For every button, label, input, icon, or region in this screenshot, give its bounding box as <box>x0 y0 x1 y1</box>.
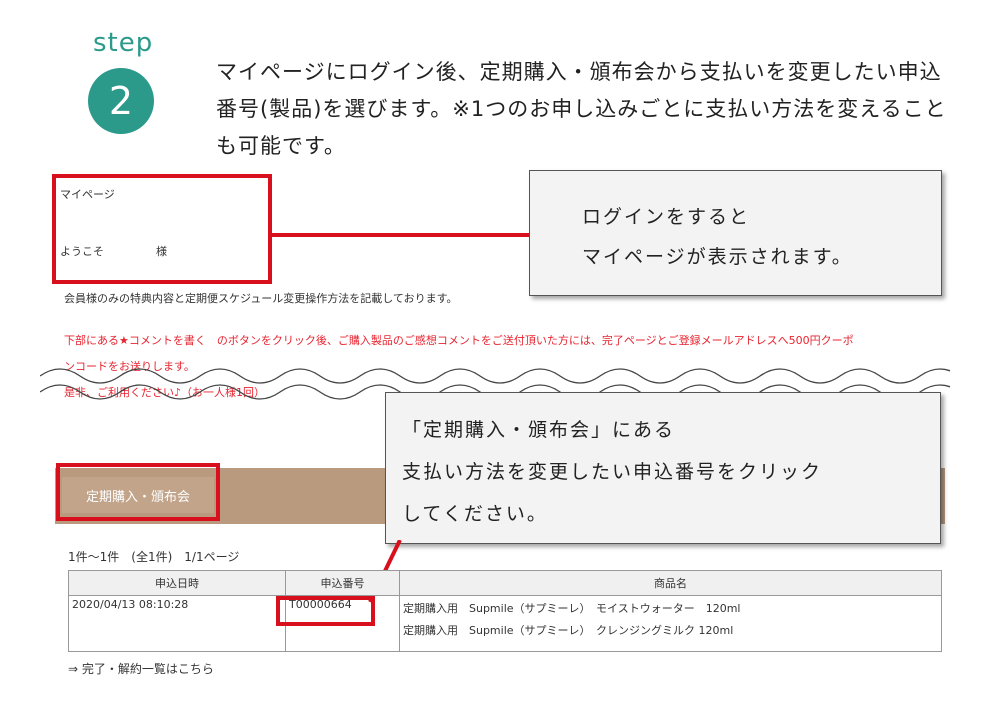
callout-select-line-1: 「定期購入・頒布会」にある <box>402 419 676 441</box>
order-number-highlight-box <box>276 596 375 626</box>
completed-cancelled-list-link[interactable]: ⇒ 完了・解約一覧はこちら <box>68 660 214 677</box>
product-cell: 定期購入用 Supmile（サプミーレ） モイストウォーター 120ml 定期購… <box>399 595 942 652</box>
callout-login: ログインをすると マイページが表示されます。 <box>529 170 942 296</box>
product-line-2: 定期購入用 Supmile（サプミーレ） クレンジングミルク 120ml <box>403 624 734 637</box>
table-row: 2020/04/13 08:10:28 T00000664 定期購入用 Supm… <box>68 595 942 652</box>
step-label: step <box>93 28 154 58</box>
member-note: 会員様のみの特典内容と定期便スケジュール変更操作方法を記載しております。 <box>64 292 458 305</box>
step-number-badge: 2 <box>88 68 154 134</box>
pagination-text: 1件〜1件 (全1件) 1/1ページ <box>68 550 240 564</box>
header-order-date: 申込日時 <box>68 570 286 596</box>
callout-login-line-1: ログインをすると <box>582 206 751 228</box>
red-notice-line-1: 下部にある★コメントを書く のボタンをクリック後、ご購入製品のご感想コメントをご… <box>64 334 854 347</box>
order-date-cell: 2020/04/13 08:10:28 <box>68 595 286 652</box>
header-order-number: 申込番号 <box>285 570 400 596</box>
callout-select-line-2: 支払い方法を変更したい申込番号をクリック <box>402 461 823 483</box>
mypage-highlight-box <box>52 174 272 284</box>
callout-select-order: 「定期購入・頒布会」にある 支払い方法を変更したい申込番号をクリック してくださ… <box>385 392 941 544</box>
callout-login-line-2: マイページが表示されます。 <box>582 246 853 268</box>
callout-select-line-3: してください。 <box>402 503 548 525</box>
callout1-connector <box>272 233 530 237</box>
product-line-1: 定期購入用 Supmile（サプミーレ） モイストウォーター 120ml <box>403 602 741 615</box>
section-highlight-box <box>56 463 220 521</box>
table-header-row: 申込日時 申込番号 商品名 <box>68 570 942 596</box>
orders-table: 申込日時 申込番号 商品名 2020/04/13 08:10:28 T00000… <box>68 570 942 652</box>
header-product-name: 商品名 <box>399 570 942 596</box>
instruction-text: マイページにログイン後、定期購入・頒布会から支払いを変更したい申込番号(製品)を… <box>216 60 947 158</box>
